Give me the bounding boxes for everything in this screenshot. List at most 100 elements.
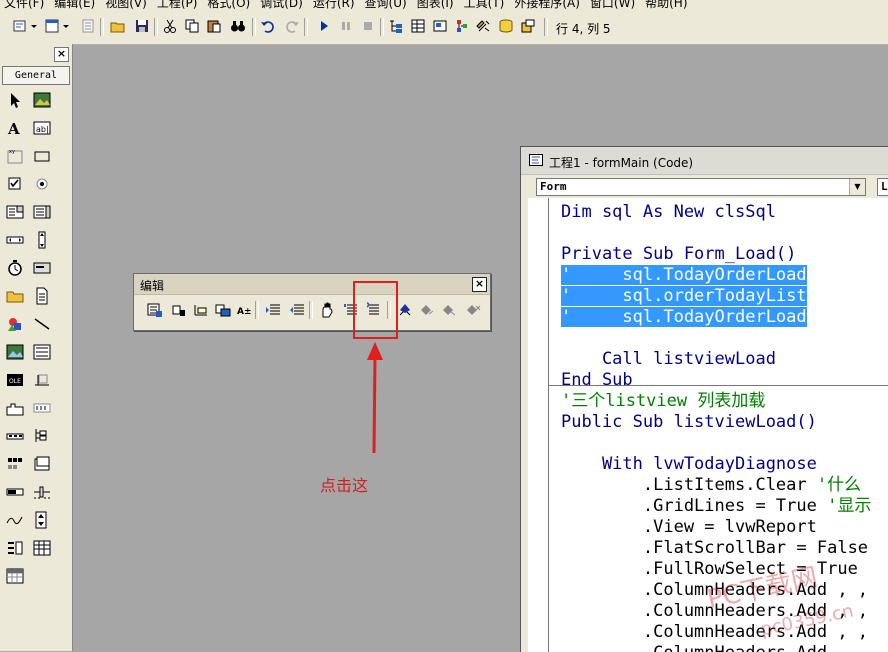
code-line[interactable]: Public Sub listviewLoad() — [561, 412, 817, 433]
edit-toolbar-close-button[interactable]: × — [472, 277, 487, 292]
add-form-icon[interactable] — [44, 18, 60, 34]
tool-up-down-icon[interactable] — [32, 510, 52, 530]
find-binoculars-icon[interactable] — [230, 18, 246, 34]
tool-data-icon[interactable] — [32, 342, 52, 362]
tool-image-list-icon[interactable] — [5, 454, 25, 474]
menu-item[interactable]: 文件(F) — [4, 0, 44, 10]
menu-item[interactable]: 调试(D) — [260, 0, 303, 10]
tool-picture-box-icon[interactable] — [32, 90, 52, 110]
indent-icon[interactable] — [265, 302, 281, 318]
tool-text-box-icon[interactable]: ab| — [32, 118, 52, 138]
visual-component-manager-icon[interactable] — [520, 18, 536, 34]
clear-all-bookmarks-icon[interactable] — [465, 302, 481, 318]
code-line[interactable]: ' sql.orderTodayList — [561, 286, 807, 307]
code-window-titlebar[interactable]: 工程1 - formMain (Code) — [521, 147, 888, 175]
tool-ole-icon[interactable]: OLE — [5, 370, 25, 390]
object-select-dropdown-icon[interactable]: ▼ — [849, 179, 865, 195]
tool-list-box-icon[interactable] — [32, 202, 52, 222]
paste-icon[interactable] — [206, 18, 222, 34]
tool-drive-list-icon[interactable] — [32, 258, 52, 278]
parameter-info-icon[interactable] — [215, 302, 231, 318]
tool-dir-list-icon[interactable] — [5, 286, 25, 306]
menu-item[interactable]: 图表(I) — [417, 0, 454, 10]
code-line[interactable]: With lvwTodayDiagnose — [561, 454, 817, 475]
menu-item[interactable]: 帮助(H) — [645, 0, 687, 10]
next-bookmark-icon[interactable] — [419, 302, 435, 318]
code-line[interactable]: .FullRowSelect = True — [561, 559, 858, 580]
tool-frame-icon[interactable]: xy — [5, 146, 25, 166]
tool-status-bar-icon[interactable] — [5, 426, 25, 446]
form-layout-icon[interactable] — [432, 18, 448, 34]
tool-combo-box-icon[interactable] — [5, 202, 25, 222]
tool-image-icon[interactable] — [5, 342, 25, 362]
tool-flex-grid-icon[interactable] — [5, 566, 25, 586]
code-margin[interactable] — [528, 198, 549, 652]
toolbox-close-button[interactable]: × — [54, 47, 69, 62]
tool-line-icon[interactable] — [32, 314, 52, 334]
code-line[interactable]: .GridLines = True '显示 — [561, 496, 871, 517]
tool-pointer-icon[interactable] — [5, 90, 25, 110]
code-line[interactable]: '三个listview 列表加载 — [561, 391, 765, 412]
code-line[interactable]: Call listviewLoad — [561, 349, 776, 370]
tool-common-dialog-icon[interactable] — [32, 370, 52, 390]
code-line[interactable]: .FlatScrollBar = False — [561, 538, 868, 559]
code-line[interactable]: .ColumnHeaders.Add , , — [561, 601, 868, 622]
menu-item[interactable]: 窗口(W) — [590, 0, 635, 10]
add-project-icon[interactable] — [12, 18, 28, 34]
toolbox-general-tab[interactable]: General — [2, 66, 70, 85]
run-start-icon[interactable] — [316, 18, 332, 34]
tool-progress-bar-icon[interactable] — [5, 482, 25, 502]
object-browser-icon[interactable] — [454, 18, 470, 34]
menu-item[interactable]: 格式(O) — [207, 0, 250, 10]
menu-editor-icon[interactable] — [80, 18, 96, 34]
toolbox-icon[interactable] — [476, 18, 492, 34]
tool-timer-icon[interactable] — [5, 258, 25, 278]
tool-shape-icon[interactable] — [5, 314, 25, 334]
project-explorer-icon[interactable] — [388, 18, 404, 34]
menu-item[interactable]: 视图(V) — [105, 0, 147, 10]
complete-word-icon[interactable]: A± — [237, 302, 253, 318]
toggle-bookmark-icon[interactable] — [397, 302, 413, 318]
tool-toolbar-icon[interactable] — [32, 398, 52, 418]
tool-data-grid-icon[interactable] — [32, 538, 52, 558]
properties-window-icon[interactable] — [410, 18, 426, 34]
code-line[interactable]: .ColumnHeaders.Add , , — [561, 580, 868, 601]
tool-h-scroll-bar-icon[interactable] — [5, 230, 25, 250]
toggle-breakpoint-icon[interactable] — [319, 302, 335, 318]
tool-file-list-icon[interactable] — [32, 286, 52, 306]
list-constants-icon[interactable] — [171, 302, 187, 318]
cut-icon[interactable] — [162, 18, 178, 34]
menu-item[interactable]: 编辑(E) — [54, 0, 95, 10]
edit-toolbar-titlebar[interactable]: 编辑 × — [134, 274, 490, 295]
dropdown-arrow-icon[interactable] — [30, 18, 38, 34]
menu-item[interactable]: 工程(P) — [157, 0, 198, 10]
code-line[interactable]: ' sql.TodayOrderLoad — [561, 265, 807, 286]
tool-graph-icon[interactable] — [5, 510, 25, 530]
tool-label-icon[interactable]: A — [5, 118, 25, 138]
procedure-select[interactable]: L — [877, 178, 888, 196]
tool-check-box-icon[interactable] — [5, 174, 25, 194]
dropdown-arrow-icon[interactable] — [62, 18, 70, 34]
data-view-icon[interactable] — [498, 18, 514, 34]
tool-data-combo-icon[interactable] — [5, 538, 25, 558]
tool-list-view-icon[interactable] — [32, 454, 52, 474]
code-line[interactable]: .ColumnHeaders.Add , , — [561, 622, 868, 643]
copy-icon[interactable] — [184, 18, 200, 34]
code-line[interactable]: ' sql.TodayOrderLoad — [561, 307, 807, 328]
menu-item[interactable]: 外接程序(A) — [514, 0, 580, 10]
tool-option-button-icon[interactable] — [32, 174, 52, 194]
code-line[interactable]: Dim sql As New clsSql — [561, 202, 776, 223]
previous-bookmark-icon[interactable] — [441, 302, 457, 318]
outdent-icon[interactable] — [289, 302, 305, 318]
list-properties-icon[interactable] — [147, 302, 163, 318]
code-line[interactable]: .ListItems.Clear '什么 — [561, 475, 861, 496]
save-icon[interactable] — [134, 18, 150, 34]
object-select[interactable]: Form ▼ — [536, 178, 866, 196]
tool-tab-strip-icon[interactable] — [5, 398, 25, 418]
tool-v-scroll-bar-icon[interactable] — [32, 230, 52, 250]
code-line[interactable]: Private Sub Form_Load() — [561, 244, 796, 265]
menu-item[interactable]: 查询(U) — [365, 0, 407, 10]
tool-slider-icon[interactable] — [32, 482, 52, 502]
undo-icon[interactable] — [260, 18, 276, 34]
tool-tree-view-icon[interactable] — [32, 426, 52, 446]
